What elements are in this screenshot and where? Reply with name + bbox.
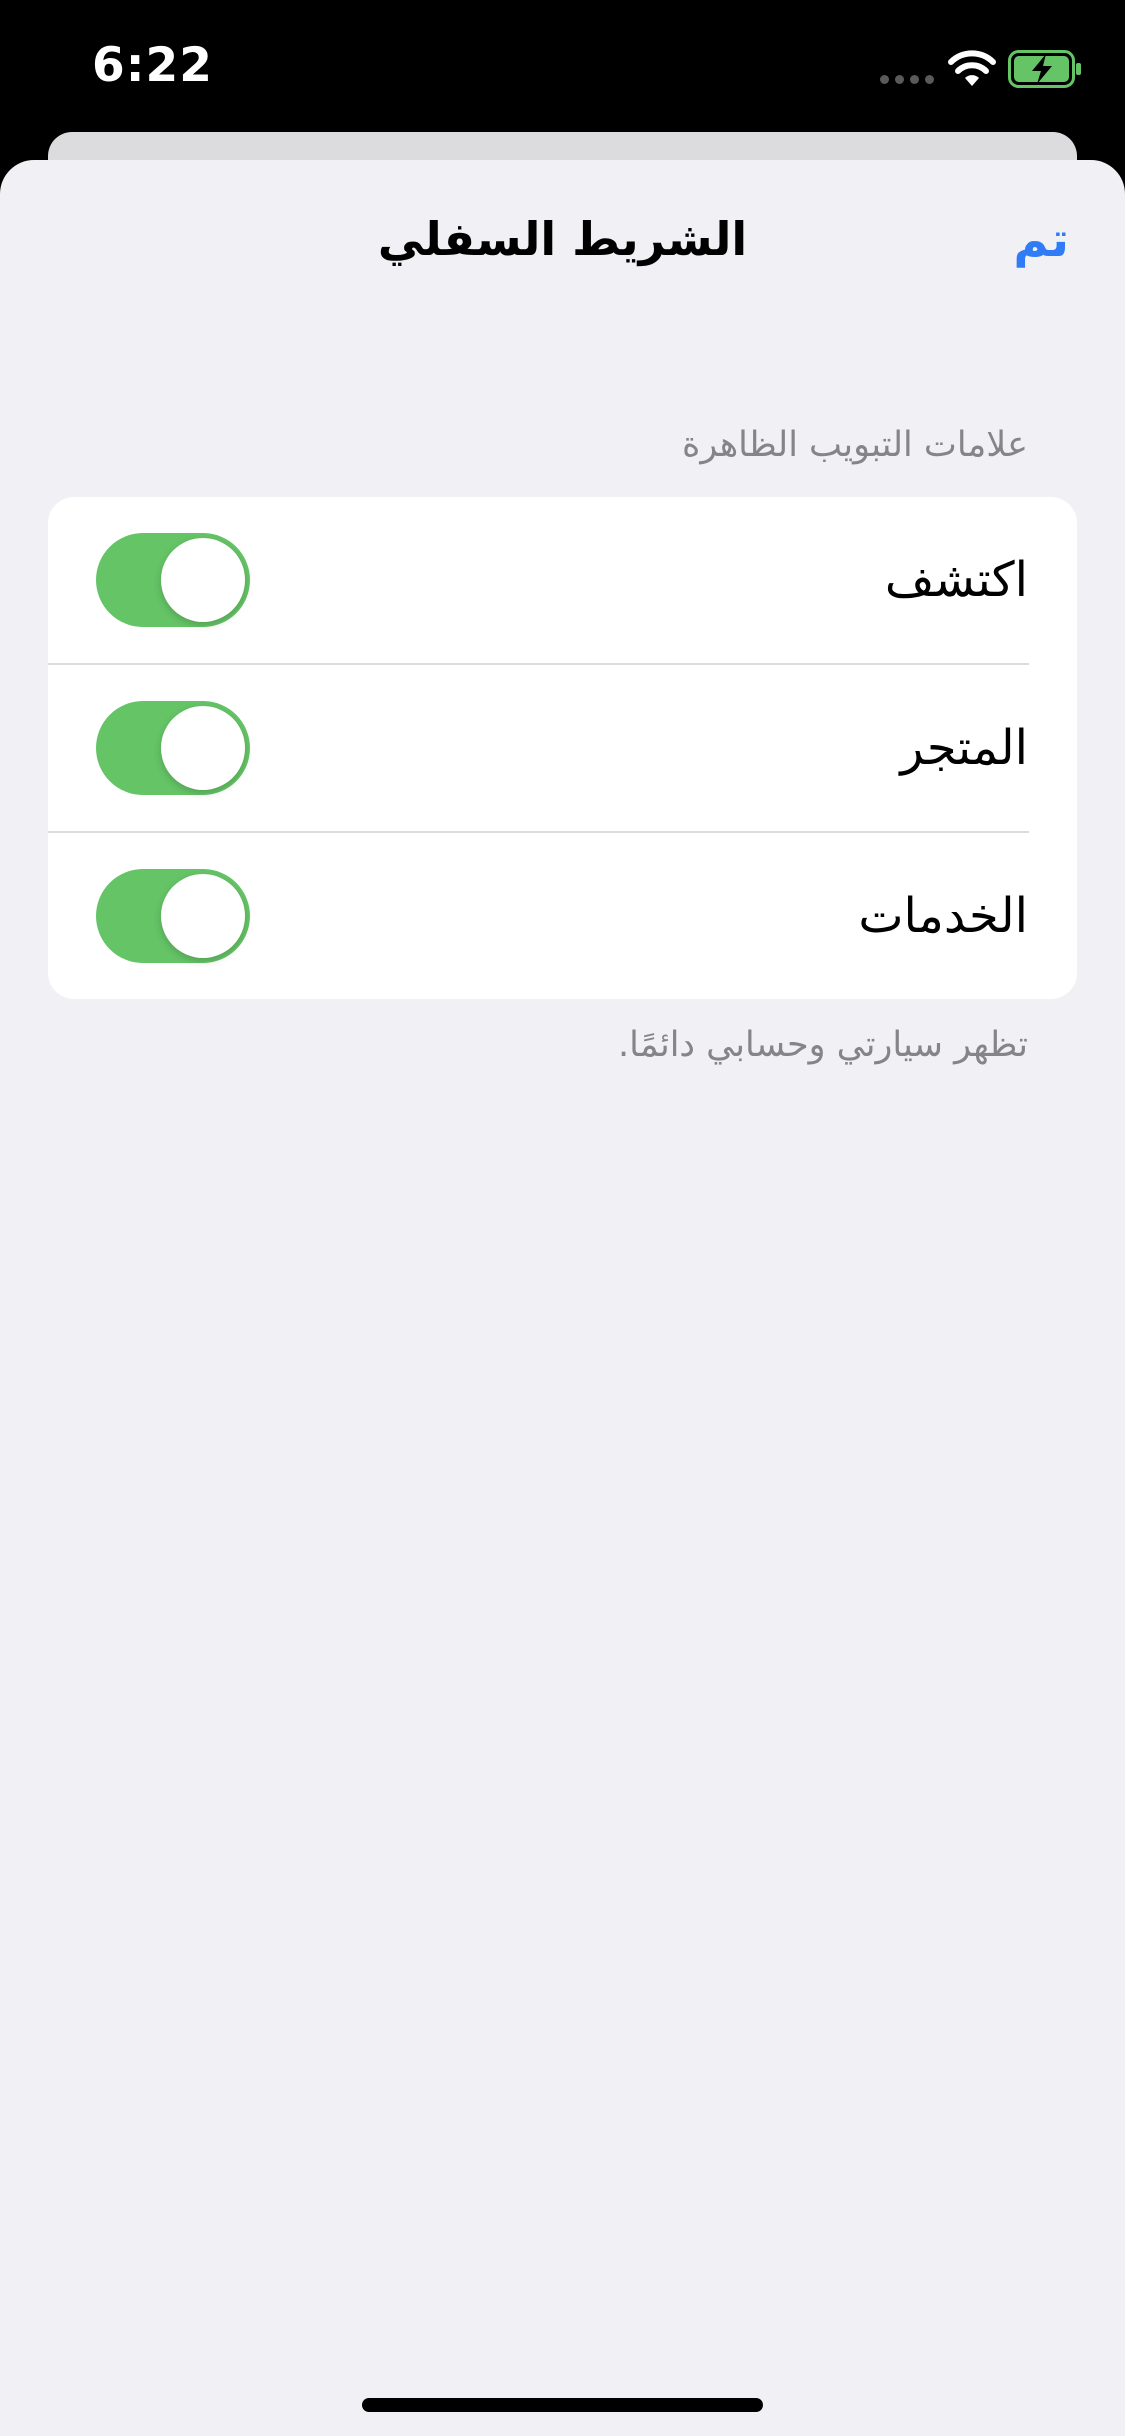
- cellular-signal-icon: [880, 75, 934, 85]
- modal-sheet: الشريط السفلي تم علامات التبويب الظاهرة …: [0, 160, 1125, 2436]
- list-item-label: المتجر: [900, 720, 1028, 776]
- tabs-settings-group: اكتشف المتجر الخدمات: [48, 497, 1077, 999]
- done-button[interactable]: تم: [1013, 212, 1069, 268]
- section-footer: تظهر سيارتي وحسابي دائمًا.: [617, 1025, 1028, 1065]
- store-toggle[interactable]: [96, 701, 250, 795]
- list-item-label: الخدمات: [858, 888, 1028, 944]
- list-item-label: اكتشف: [884, 552, 1028, 608]
- toggle-knob: [161, 538, 245, 622]
- list-item-discover: اكتشف: [48, 497, 1077, 664]
- home-indicator[interactable]: [362, 2398, 763, 2412]
- list-item-services: الخدمات: [48, 833, 1077, 999]
- status-time: 6:22: [92, 38, 213, 93]
- battery-charging-icon: [1008, 50, 1081, 88]
- status-bar: 6:22: [0, 0, 1125, 140]
- toggle-knob: [161, 706, 245, 790]
- services-toggle[interactable]: [96, 869, 250, 963]
- toggle-knob: [161, 874, 245, 958]
- list-item-store: المتجر: [48, 665, 1077, 832]
- discover-toggle[interactable]: [96, 533, 250, 627]
- page-title: الشريط السفلي: [377, 212, 748, 266]
- wifi-icon: [948, 50, 996, 86]
- section-header: علامات التبويب الظاهرة: [682, 425, 1028, 465]
